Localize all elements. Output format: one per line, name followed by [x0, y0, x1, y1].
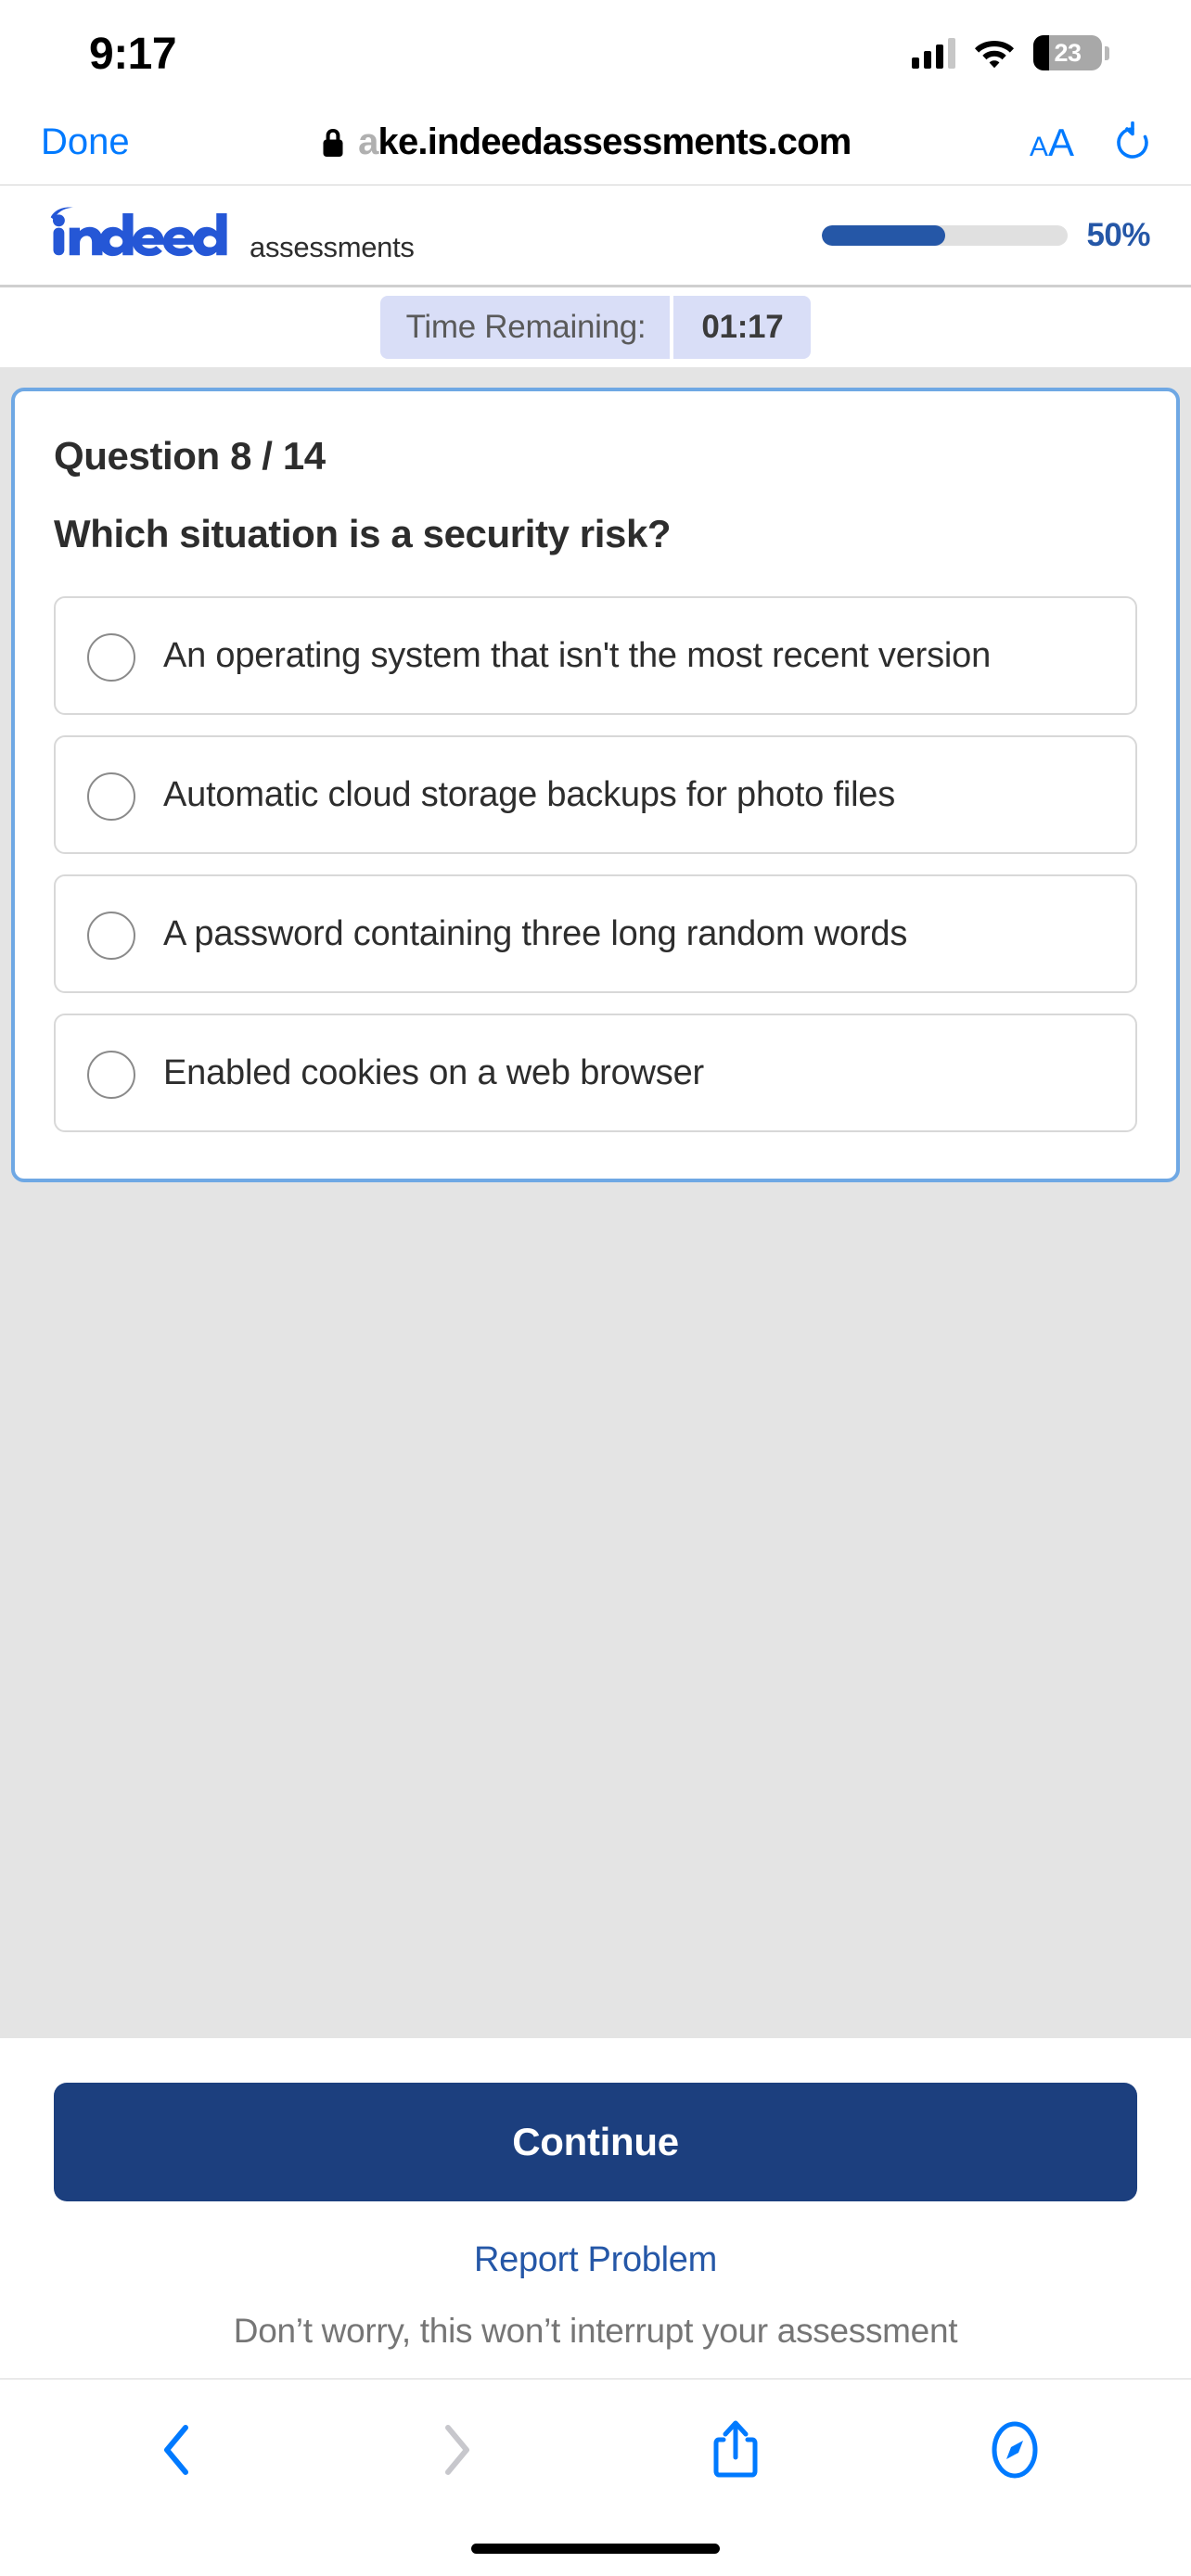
site-header: assessments 50%: [0, 185, 1191, 287]
answer-option-label: Automatic cloud storage backups for phot…: [163, 774, 896, 814]
question-number: Question 8 / 14: [54, 434, 326, 478]
continue-button[interactable]: Continue: [54, 2083, 1137, 2201]
footer-disclaimer: Don’t worry, this won’t interrupt your a…: [233, 2312, 958, 2350]
indeed-assessments-logo: assessments: [43, 206, 415, 264]
answer-option[interactable]: An operating system that isn't the most …: [54, 595, 1137, 715]
assessment-progress: 50%: [822, 217, 1150, 254]
reload-icon[interactable]: [1113, 121, 1152, 164]
brand-subtitle: assessments: [250, 230, 415, 263]
url-domain: ke.indeedassessments.com: [378, 121, 852, 162]
ios-status-bar: 9:17 23: [0, 0, 1191, 100]
time-remaining-value: 01:17: [673, 296, 812, 359]
status-indicators: 23: [912, 30, 1109, 70]
home-indicator[interactable]: [471, 2543, 720, 2554]
answer-option-label: A password containing three long random …: [163, 913, 908, 953]
question-prompt: Which situation is a security risk?: [54, 512, 672, 555]
answer-option-label: An operating system that isn't the most …: [163, 635, 991, 675]
progress-bar-track: [822, 224, 1069, 246]
url-field[interactable]: ake.indeedassessments.com: [143, 121, 1030, 163]
lock-icon: [323, 128, 343, 157]
home-indicator-area: [0, 2520, 1191, 2576]
safari-address-bar: Done ake.indeedassessments.com AA: [0, 100, 1191, 185]
time-remaining-badge: Time Remaining: 01:17: [379, 296, 812, 359]
text-size-button[interactable]: AA: [1030, 122, 1074, 162]
answer-option[interactable]: Automatic cloud storage backups for phot…: [54, 734, 1137, 854]
answer-radio[interactable]: [87, 632, 135, 682]
answer-radio[interactable]: [87, 772, 135, 821]
progress-percent-label: 50%: [1086, 216, 1150, 253]
answer-option[interactable]: A password containing three long random …: [54, 874, 1137, 993]
safari-compass-icon[interactable]: [984, 2417, 1045, 2483]
time-remaining-label: Time Remaining:: [379, 296, 671, 359]
question-card: Question 8 / 14 Which situation is a sec…: [11, 388, 1180, 1182]
answer-option[interactable]: Enabled cookies on a web browser: [54, 1013, 1137, 1132]
answer-option-label: Enabled cookies on a web browser: [163, 1052, 704, 1092]
url-text: ake.indeedassessments.com: [358, 121, 852, 163]
back-chevron-icon[interactable]: [147, 2417, 208, 2483]
done-button[interactable]: Done: [28, 116, 143, 169]
timer-row: Time Remaining: 01:17: [0, 287, 1191, 367]
cellular-signal-icon: [912, 37, 955, 69]
phone-screen: 9:17 23 Done ake.indeedassessments.com A…: [0, 0, 1191, 2576]
answer-radio[interactable]: [87, 1050, 135, 1099]
wifi-icon: [975, 41, 1014, 69]
url-faded-prefix: a: [358, 121, 378, 162]
report-problem-link[interactable]: Report Problem: [54, 2240, 1137, 2280]
question-content-area: Question 8 / 14 Which situation is a sec…: [0, 367, 1191, 2038]
answer-options-list: An operating system that isn't the most …: [54, 595, 1137, 1132]
url-actions: AA: [1030, 121, 1152, 164]
answer-radio[interactable]: [87, 911, 135, 960]
forward-chevron-icon: [444, 2425, 469, 2475]
status-time: 9:17: [89, 29, 177, 79]
share-icon[interactable]: [705, 2417, 766, 2483]
battery-icon: 23: [1033, 35, 1109, 70]
safari-bottom-toolbar: [0, 2379, 1191, 2520]
indeed-wordmark-icon: [50, 206, 227, 256]
progress-bar-fill: [822, 224, 945, 246]
battery-percent: 23: [1054, 39, 1082, 67]
assessment-footer: Continue Report Problem Don’t worry, thi…: [0, 2038, 1191, 2379]
